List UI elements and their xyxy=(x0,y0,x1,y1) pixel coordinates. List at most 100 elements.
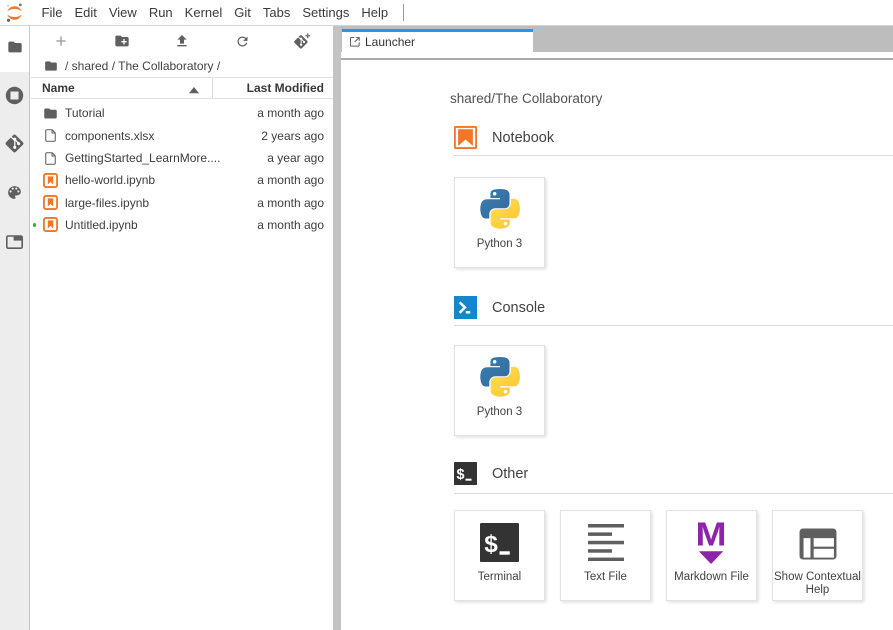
launcher-card-terminal[interactable]: $ Terminal xyxy=(454,510,545,601)
sidebar-tab-file-browser[interactable] xyxy=(0,37,29,57)
card-icon-area: M xyxy=(698,511,724,564)
python-icon xyxy=(480,189,520,229)
python-icon xyxy=(480,357,520,397)
new-folder-icon xyxy=(114,33,130,49)
menu-item-run[interactable]: Run xyxy=(143,0,179,25)
file-modified: a month ago xyxy=(257,218,333,232)
section-label: Notebook xyxy=(492,130,554,146)
markdown-icon: M xyxy=(698,522,724,564)
launcher-section-console: Console Python 3 xyxy=(454,296,893,436)
tabs-icon xyxy=(6,235,23,249)
svg-text:M: M xyxy=(698,522,724,553)
menu-item-edit[interactable]: Edit xyxy=(68,0,102,25)
console-icon xyxy=(454,296,477,319)
section-label: Other xyxy=(492,466,528,482)
file-row-components-xlsx[interactable]: components.xlsx2 years ago xyxy=(31,125,333,147)
card-label: Python 3 xyxy=(477,238,522,251)
tab-launcher[interactable]: Launcher xyxy=(342,29,533,52)
card-icon-area xyxy=(480,178,520,231)
column-header-name[interactable]: Name xyxy=(42,78,75,98)
main-dock-panel: Launcher shared/The Collaboratory Notebo… xyxy=(341,26,893,630)
launcher-cwd: shared/The Collaboratory xyxy=(450,91,893,106)
home-folder-icon[interactable] xyxy=(44,59,65,73)
git-icon xyxy=(4,133,25,154)
menu-item-settings[interactable]: Settings xyxy=(296,0,355,25)
activity-bar xyxy=(0,26,30,630)
file-name: components.xlsx xyxy=(65,129,154,143)
file-row-gettingstarted-learnmore-[interactable]: GettingStarted_LearnMore....a year ago xyxy=(31,147,333,169)
file-name: hello-world.ipynb xyxy=(65,173,155,187)
sidebar-tab-commands[interactable] xyxy=(0,183,29,203)
launcher-sections: Notebook Python 3 Console Python 3 $ Oth… xyxy=(454,126,893,601)
file-listing-header: Name Last Modified xyxy=(31,77,333,99)
launcher-card-python-3[interactable]: Python 3 xyxy=(454,345,545,436)
section-header-console: Console xyxy=(454,296,893,319)
card-icon-area xyxy=(588,511,624,564)
column-divider xyxy=(212,78,213,98)
upload-button[interactable] xyxy=(152,26,212,56)
section-header-notebook: Notebook xyxy=(454,126,893,149)
section-header-other: $ Other xyxy=(454,462,893,485)
menu-end-divider xyxy=(403,4,404,21)
folder-icon xyxy=(7,39,23,55)
launcher-card-python-3[interactable]: Python 3 xyxy=(454,177,545,268)
section-divider xyxy=(454,325,893,326)
file-row-untitled-ipynb[interactable]: Untitled.ipynb a month ago xyxy=(31,214,333,236)
file-modified: a month ago xyxy=(257,106,333,120)
card-row: Python 3 xyxy=(454,177,893,268)
file-modified: a month ago xyxy=(257,173,333,187)
breadcrumb[interactable]: / shared / The Collaboratory / xyxy=(31,54,333,78)
sidebar-tab-running-sessions[interactable] xyxy=(0,85,29,105)
section-divider xyxy=(454,155,893,156)
card-icon-area: $ xyxy=(480,511,519,564)
launcher-card-show-contextual-help[interactable]: Show Contextual Help xyxy=(772,510,863,601)
file-listing: Tutoriala month ago components.xlsx2 yea… xyxy=(31,102,333,236)
launcher-body: shared/The Collaboratory Notebook Python… xyxy=(454,60,893,601)
plus-icon xyxy=(53,33,69,49)
launcher-panel: shared/The Collaboratory Notebook Python… xyxy=(341,60,893,630)
notebook-icon xyxy=(454,126,477,149)
git-clone-icon xyxy=(294,33,311,50)
sort-ascending-caret-icon[interactable] xyxy=(189,87,199,93)
file-name: Untitled.ipynb xyxy=(65,218,138,232)
menu-item-help[interactable]: Help xyxy=(355,0,394,25)
file-modified: a month ago xyxy=(257,196,333,210)
menu-item-git[interactable]: Git xyxy=(228,0,257,25)
jupyterlab-app: FileEditViewRunKernelGitTabsSettingsHelp… xyxy=(0,0,893,630)
sidebar-tab-git[interactable] xyxy=(0,134,29,154)
card-label: Terminal xyxy=(478,571,521,584)
launcher-section-notebook: Notebook Python 3 xyxy=(454,126,893,268)
menu-item-tabs[interactable]: Tabs xyxy=(257,0,296,25)
menu-item-kernel[interactable]: Kernel xyxy=(179,0,229,25)
new-folder-button[interactable] xyxy=(91,26,151,56)
card-label: Text File xyxy=(584,571,627,584)
menu-item-view[interactable]: View xyxy=(103,0,143,25)
git-clone-button[interactable] xyxy=(273,26,333,56)
breadcrumb-path[interactable]: / shared / The Collaboratory / xyxy=(65,59,220,73)
notebook-icon xyxy=(43,195,58,210)
file-name: large-files.ipynb xyxy=(65,196,149,210)
refresh-button[interactable] xyxy=(212,26,272,56)
sidebar-tab-open-tabs[interactable] xyxy=(0,232,29,252)
column-header-last-modified[interactable]: Last Modified xyxy=(247,78,324,98)
launcher-icon xyxy=(350,37,360,47)
card-icon-area xyxy=(480,346,520,399)
new-launcher-button[interactable] xyxy=(31,26,91,56)
main-tab-bar: Launcher xyxy=(341,26,893,52)
file-row-tutorial[interactable]: Tutoriala month ago xyxy=(31,102,333,124)
panel-splitter[interactable] xyxy=(333,26,341,630)
file-row-hello-world-ipynb[interactable]: hello-world.ipynb a month ago xyxy=(31,169,333,191)
file-row-large-files-ipynb[interactable]: large-files.ipynb a month ago xyxy=(31,192,333,214)
card-row: $ Terminal Text File M Markdown File Show… xyxy=(454,510,893,601)
terminal-icon: $ xyxy=(454,462,477,485)
palette-icon xyxy=(6,184,23,201)
section-divider xyxy=(454,493,893,494)
launcher-card-markdown-file[interactable]: M Markdown File xyxy=(666,510,757,601)
launcher-card-text-file[interactable]: Text File xyxy=(560,510,651,601)
file-name: GettingStarted_LearnMore.... xyxy=(65,151,220,165)
card-label: Show Contextual Help xyxy=(773,571,862,597)
kernel-running-dot xyxy=(33,223,36,226)
file-icon xyxy=(43,128,58,143)
card-row: Python 3 xyxy=(454,345,893,436)
menu-item-file[interactable]: File xyxy=(36,0,69,25)
